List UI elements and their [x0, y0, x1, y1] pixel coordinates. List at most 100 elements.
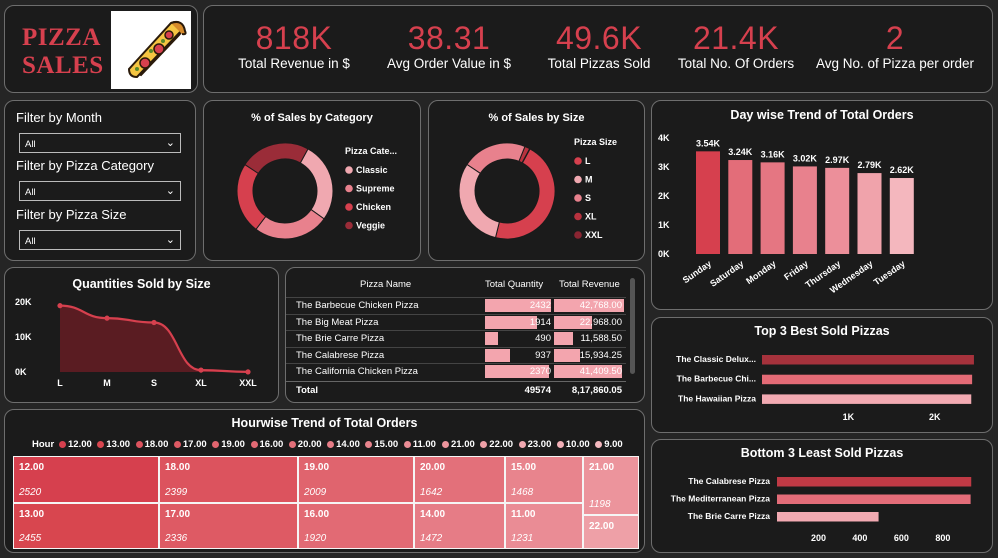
- y-tick-label: 0K: [15, 367, 27, 377]
- day-bar-sunday[interactable]: [696, 151, 720, 254]
- day-bar-friday[interactable]: [792, 166, 817, 254]
- chevron-down-icon: ⌄: [165, 234, 175, 246]
- total-qty: 49574: [524, 385, 551, 396]
- day-bar-thursday[interactable]: [825, 167, 850, 254]
- filter-category-value: All: [25, 187, 36, 198]
- bar-name-label: The Hawaiian Pizza: [678, 393, 756, 403]
- legend-marker: [403, 441, 411, 448]
- qty-point-s[interactable]: [151, 319, 157, 326]
- table-row[interactable]: The Barbecue Chicken Pizza 2432 42,768.00: [286, 297, 626, 313]
- hbar-1[interactable]: [762, 355, 974, 365]
- hbar-3[interactable]: [777, 512, 879, 522]
- donut-slice-chicken[interactable]: [236, 163, 267, 230]
- donut-slice-s[interactable]: [466, 142, 526, 174]
- header-total-revenue[interactable]: Total Revenue: [559, 279, 620, 290]
- treemap-cell-12-00[interactable]: 12.00 2520: [13, 456, 159, 503]
- header-pizza-name[interactable]: Pizza Name: [360, 279, 411, 290]
- legend-marker: [288, 441, 296, 448]
- qty-point-l[interactable]: [57, 303, 63, 309]
- logo-card: PIZZA SALES: [4, 5, 198, 93]
- qty-data-bar: [485, 332, 499, 345]
- legend-marker: [250, 441, 258, 448]
- table-row[interactable]: The Big Meat Pizza 1914 22,968.00: [286, 313, 626, 330]
- legend-label-supreme: Supreme: [356, 184, 395, 194]
- kpi-label: Total No. Of Orders: [677, 56, 795, 71]
- y-tick-label: 4K: [658, 133, 670, 143]
- donut-slice-supreme[interactable]: [255, 208, 325, 240]
- legend-marker: [574, 157, 582, 165]
- treemap-cell-20-00[interactable]: 20.00 1642: [414, 456, 505, 503]
- day-bar-value-label: 3.16K: [761, 149, 786, 159]
- hbar-2[interactable]: [777, 494, 971, 505]
- kpi-label: Avg No. of Pizza per order: [815, 56, 975, 71]
- pizza-name-cell: The California Chicken Pizza: [296, 366, 418, 377]
- treemap-cell-16-00[interactable]: 16.00 1920: [298, 503, 414, 549]
- day-bar-wednesday[interactable]: [857, 173, 882, 254]
- filter-category-dropdown[interactable]: All ⌄: [19, 181, 181, 201]
- hour-legend-item: 20.00: [297, 439, 322, 450]
- day-bar-tuesday[interactable]: [889, 178, 914, 254]
- treemap-cell-19-00[interactable]: 19.00 2009: [298, 456, 414, 503]
- hbar-2[interactable]: [762, 374, 973, 385]
- table-scrollbar[interactable]: [630, 278, 635, 374]
- hour-legend-item: 12.00: [68, 439, 92, 450]
- treemap-cell-17-00[interactable]: 17.00 2336: [159, 503, 298, 549]
- donut-slice-l[interactable]: [494, 148, 556, 240]
- table-row[interactable]: The Brie Carre Pizza 490 11,588.50: [286, 330, 626, 346]
- legend-label-xl: XL: [585, 212, 597, 222]
- hour-legend-item: 9.00: [604, 439, 623, 450]
- legend-label-veggie: Veggie: [356, 221, 385, 231]
- kpi-label: Total Pizzas Sold: [547, 56, 651, 71]
- qty-x-label: XL: [195, 378, 207, 388]
- legend-marker: [173, 441, 181, 448]
- treemap-cell-14-00[interactable]: 14.00 1472: [414, 503, 505, 549]
- treemap-orders-value: 1472: [420, 533, 443, 544]
- total-label: Total: [296, 385, 318, 396]
- qty-point-xxl[interactable]: [245, 369, 251, 375]
- filter-size-dropdown[interactable]: All ⌄: [19, 230, 181, 250]
- treemap-hour-label: 11.00: [511, 509, 536, 520]
- header-total-quantity[interactable]: Total Quantity: [485, 279, 543, 290]
- pizza-name-cell: The Calabrese Pizza: [296, 349, 385, 361]
- hbar-1[interactable]: [777, 477, 972, 487]
- treemap-cell-15-00[interactable]: 15.00 1468: [505, 456, 583, 503]
- donut-slice-classic[interactable]: [299, 148, 334, 220]
- legend-marker: [212, 441, 220, 448]
- qty-cell: 2432: [529, 300, 551, 311]
- filter-month-dropdown[interactable]: All ⌄: [19, 133, 181, 153]
- day-bar-saturday[interactable]: [728, 160, 753, 254]
- treemap-cell-11-00[interactable]: 11.00 1231: [505, 503, 583, 549]
- qty-cell: 937: [535, 349, 551, 361]
- treemap-orders-value: 1198: [589, 499, 611, 510]
- legend-marker: [327, 441, 335, 448]
- pizza-name-cell: The Big Meat Pizza: [296, 316, 379, 328]
- treemap-hour-label: 13.00: [19, 509, 45, 520]
- table-row[interactable]: The Calabrese Pizza 937 15,934.25: [286, 346, 626, 363]
- treemap-orders-value: 1468: [511, 487, 534, 498]
- filter-month-value: All: [25, 139, 36, 150]
- treemap-cell-21-00[interactable]: 21.00 1198: [583, 456, 639, 515]
- x-tick-label: 800: [935, 533, 950, 543]
- kpi-total-revenue: 818K Total Revenue in $: [224, 20, 364, 71]
- qty-point-m[interactable]: [104, 315, 110, 321]
- kpi-value: 21.4K: [692, 20, 780, 56]
- kpi-label: Avg Order Value in $: [386, 56, 512, 71]
- y-tick-label: 0K: [658, 249, 670, 259]
- treemap-cell-22-00[interactable]: 22.00: [583, 515, 639, 549]
- qty-data-bar: [485, 348, 511, 362]
- table-header: Pizza Name Total Quantity Total Revenue: [286, 277, 626, 293]
- qty-point-xl[interactable]: [198, 367, 204, 373]
- treemap-cell-13-00[interactable]: 13.00 2455: [13, 503, 159, 549]
- qty-x-label: S: [151, 378, 157, 388]
- donut-slice-m[interactable]: [458, 163, 500, 239]
- kpi-value: 49.6K: [555, 20, 643, 56]
- legend-marker: [345, 166, 353, 174]
- day-bar-monday[interactable]: [760, 162, 785, 254]
- hour-treemap-card: Hourwise Trend of Total Orders Hour 12.0…: [4, 409, 645, 553]
- treemap-cell-18-00[interactable]: 18.00 2399: [159, 456, 298, 503]
- pizza-table: Pizza Name Total Quantity Total Revenue …: [286, 268, 644, 402]
- hbar-3[interactable]: [762, 394, 972, 404]
- hour-legend-item: 10.00: [565, 439, 590, 450]
- table-row[interactable]: The California Chicken Pizza 2370 41,409.5…: [286, 363, 626, 379]
- donut-slice-veggie[interactable]: [244, 142, 309, 175]
